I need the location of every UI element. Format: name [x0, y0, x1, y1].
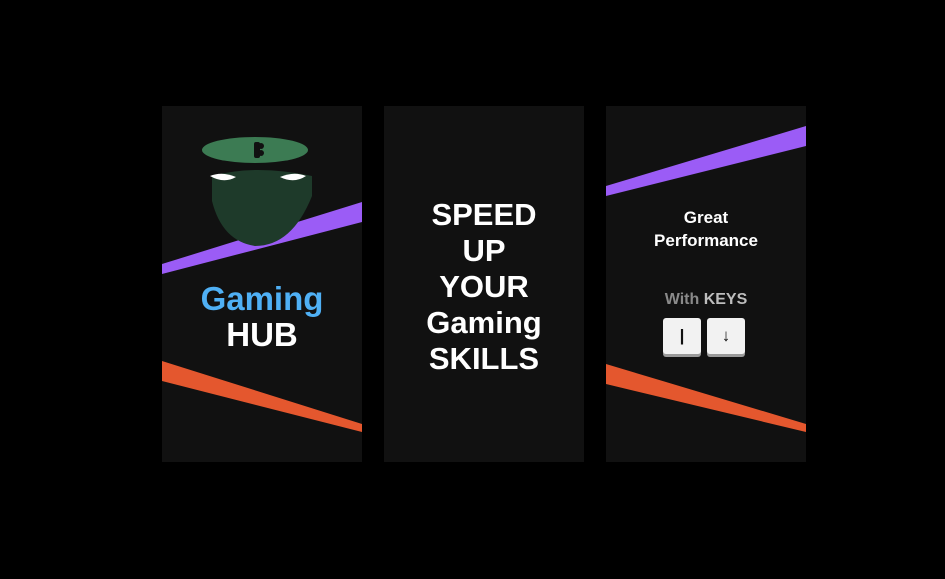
performance-card: Great Performance With KEYS | ↓	[606, 106, 806, 462]
with-keys-prefix: With	[664, 291, 704, 308]
purple-stripe	[606, 126, 806, 196]
keycap-down-arrow: ↓	[707, 318, 745, 354]
performance-heading: Great Performance	[606, 206, 806, 252]
performance-line-1: Great	[683, 208, 729, 227]
hub-title: HUB	[226, 316, 298, 353]
gaming-title: Gaming	[200, 280, 324, 317]
speed-line-5: SKILLS	[428, 341, 540, 376]
speed-line-4: Gaming	[426, 305, 542, 340]
performance-line-2: Performance	[654, 231, 758, 250]
speed-line-3: YOUR	[439, 269, 529, 304]
orange-stripe	[606, 364, 806, 432]
card3-stripes	[606, 126, 806, 432]
speed-line-1: SPEED	[431, 197, 537, 232]
with-keys-label: With KEYS	[606, 291, 806, 309]
speed-line-2: UP	[462, 233, 506, 268]
keycap-bar: |	[663, 318, 701, 354]
ninja-mask-icon	[202, 137, 312, 246]
speed-up-text: SPEED UP YOUR Gaming SKILLS	[384, 197, 584, 377]
speed-up-card: SPEED UP YOUR Gaming SKILLS	[384, 106, 584, 462]
orange-stripe	[162, 361, 362, 432]
keys-word: KEYS	[703, 291, 748, 308]
gaming-hub-card: Gaming HUB	[162, 106, 362, 462]
